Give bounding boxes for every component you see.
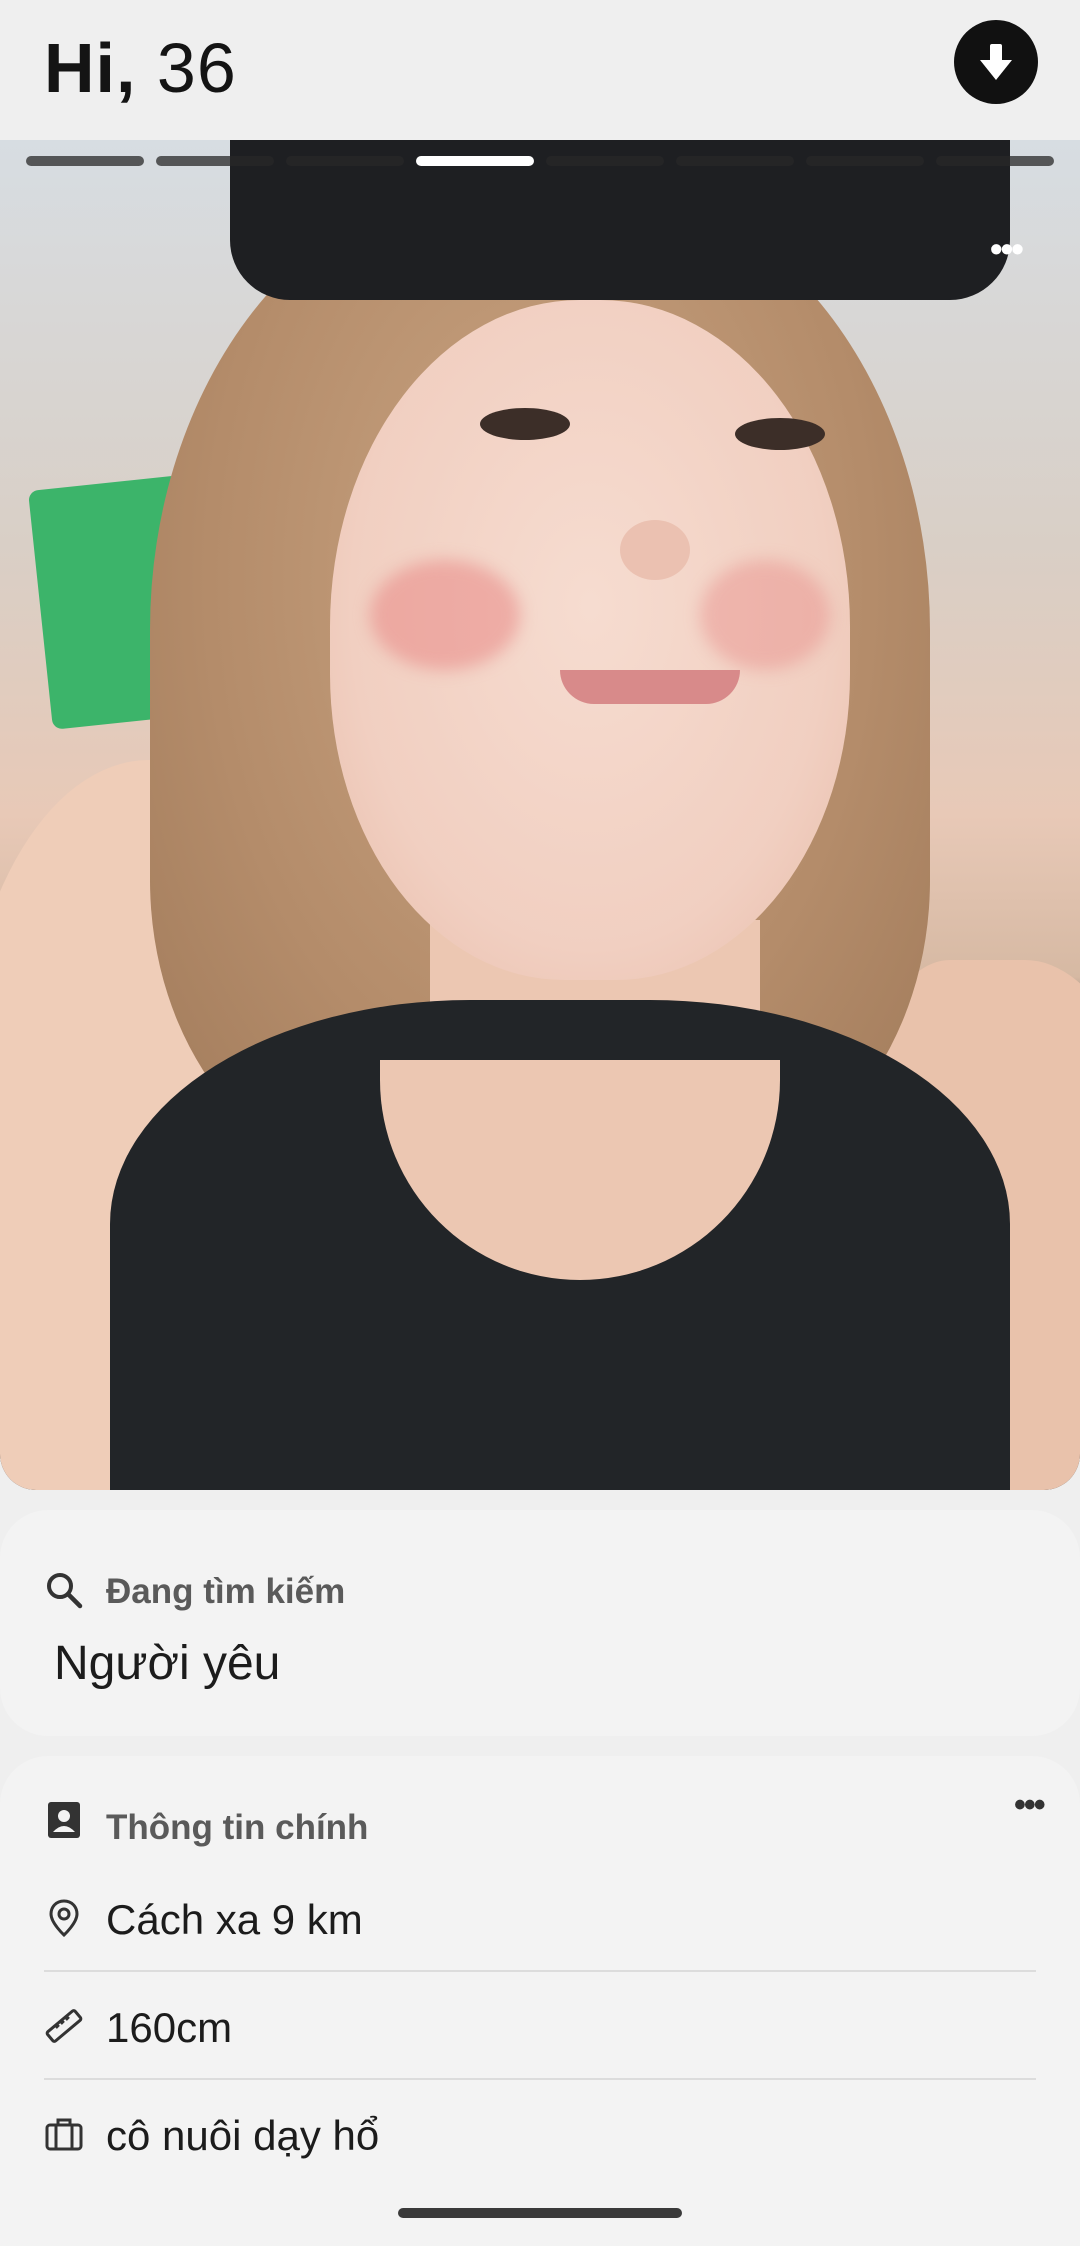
progress-segment[interactable] bbox=[26, 156, 144, 166]
progress-segment[interactable] bbox=[806, 156, 924, 166]
looking-for-value: Người yêu bbox=[54, 1637, 281, 1690]
photo-eye-left bbox=[480, 408, 570, 440]
greeting-text: Hi, bbox=[44, 29, 137, 107]
profile-card-icon bbox=[48, 1802, 80, 1838]
ruler-icon bbox=[45, 2009, 83, 2043]
photo-blush-right bbox=[700, 560, 830, 670]
photo-blush-left bbox=[370, 560, 520, 670]
looking-for-label: Đang tìm kiếm bbox=[106, 1572, 346, 1611]
more-horizontal-icon[interactable]: ••• bbox=[990, 228, 1024, 270]
progress-segment[interactable] bbox=[546, 156, 664, 166]
progress-segment[interactable] bbox=[286, 156, 404, 166]
photo-mouth bbox=[560, 670, 740, 704]
location-pin-icon bbox=[49, 1899, 79, 1938]
search-icon bbox=[47, 1573, 83, 1609]
distance-text: Cách xa 9 km bbox=[106, 1896, 363, 1943]
arrow-down-circle-icon bbox=[980, 44, 1012, 80]
height-text: 160cm bbox=[106, 2004, 233, 2051]
photo-progress-indicator bbox=[26, 156, 1054, 166]
more-horizontal-icon[interactable]: ••• bbox=[1014, 1786, 1046, 1825]
main-info-title: Thông tin chính bbox=[106, 1808, 369, 1847]
header-title: Hi, 36 bbox=[44, 28, 237, 108]
main-info-card: Thông tin chính ••• Cách xa 9 km 160cm c… bbox=[0, 1756, 1080, 2246]
progress-segment[interactable] bbox=[676, 156, 794, 166]
job-text: cô nuôi dạy hổ bbox=[106, 2112, 380, 2159]
home-indicator[interactable] bbox=[398, 2208, 682, 2218]
profile-photo[interactable]: ••• bbox=[0, 140, 1080, 1490]
progress-segment[interactable] bbox=[936, 156, 1054, 166]
divider bbox=[44, 1970, 1036, 1972]
photo-eye-right bbox=[735, 418, 825, 450]
divider bbox=[44, 2078, 1036, 2080]
photo-nose bbox=[620, 520, 690, 580]
header-number: 36 bbox=[156, 29, 237, 107]
download-button[interactable] bbox=[954, 20, 1038, 104]
progress-segment[interactable] bbox=[156, 156, 274, 166]
briefcase-icon bbox=[45, 2118, 83, 2151]
top-header: Hi, 36 bbox=[0, 0, 1080, 140]
looking-for-card: Đang tìm kiếm Người yêu bbox=[0, 1510, 1080, 1736]
progress-segment-active[interactable] bbox=[416, 156, 534, 166]
